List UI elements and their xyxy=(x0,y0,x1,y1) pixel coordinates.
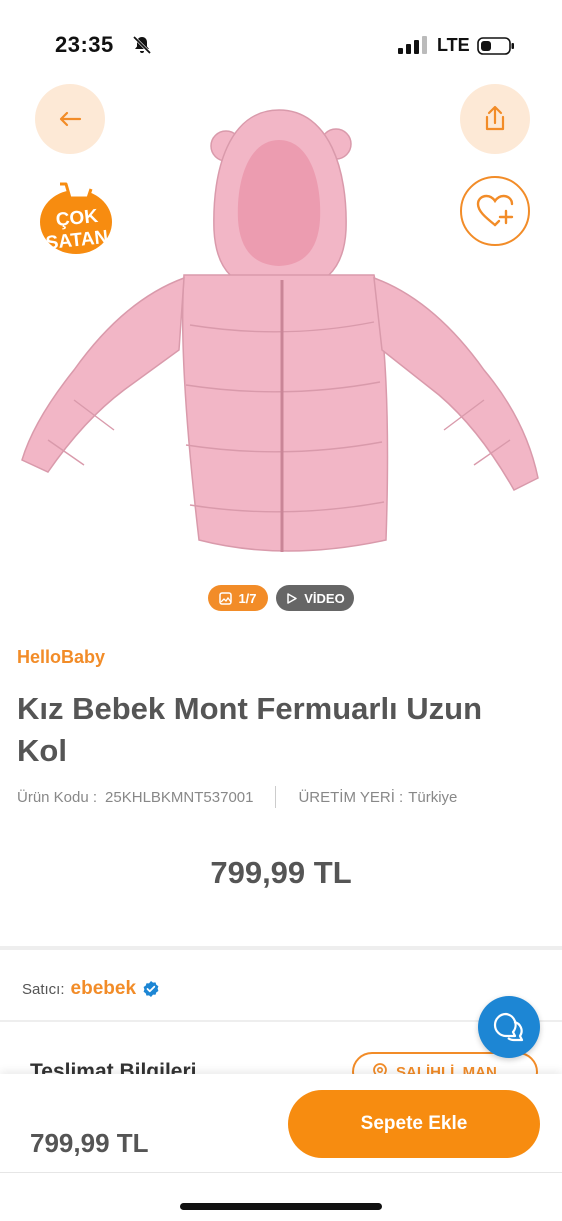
play-icon xyxy=(287,592,298,604)
section-divider xyxy=(0,946,562,950)
home-indicator[interactable] xyxy=(180,1203,382,1210)
product-price: 799,99 TL xyxy=(210,855,352,890)
product-image[interactable] xyxy=(14,100,544,570)
add-to-cart-button[interactable]: Sepete Ekle xyxy=(288,1090,540,1158)
video-button[interactable]: VİDEO xyxy=(276,585,354,611)
back-button[interactable] xyxy=(35,84,105,154)
seller-name[interactable]: ebebek xyxy=(71,978,136,1000)
add-to-favorites-button[interactable] xyxy=(460,176,530,246)
favorite-add-icon xyxy=(476,194,514,227)
battery-icon xyxy=(477,37,514,55)
product-title: Kız Bebek Mont Fermuarlı Uzun Kol xyxy=(17,691,483,768)
bottom-divider xyxy=(0,1172,562,1173)
back-arrow-icon xyxy=(59,111,82,127)
status-time: 23:35 xyxy=(55,32,114,57)
seller-row[interactable]: Satıcı: ebebek xyxy=(22,978,160,1000)
bell-off-icon xyxy=(132,35,152,55)
product-meta: Ürün Kodu : 25KHLBKMNT537001 ÜRETİM YERİ… xyxy=(17,786,457,808)
share-icon xyxy=(485,105,505,131)
meta-divider xyxy=(275,786,277,808)
bestseller-badge: ÇOK SATAN xyxy=(38,178,122,262)
video-label: VİDEO xyxy=(304,590,345,606)
bottom-price: 799,99 TL xyxy=(30,1128,149,1158)
gallery-counter-text: 1/7 xyxy=(238,590,257,606)
verified-icon xyxy=(143,981,159,997)
share-button[interactable] xyxy=(460,84,530,154)
origin-value: Türkiye xyxy=(408,788,458,806)
product-code-label: Ürün Kodu : xyxy=(17,788,98,806)
product-code-value: 25KHLBKMNT537001 xyxy=(105,788,254,806)
image-icon xyxy=(219,591,233,605)
gallery-counter[interactable]: 1/7 xyxy=(208,585,268,611)
seller-label: Satıcı: xyxy=(22,980,65,998)
network-label: LTE xyxy=(437,35,470,55)
chat-button[interactable] xyxy=(478,996,540,1058)
chat-icon xyxy=(493,1012,524,1042)
signal-icon xyxy=(398,36,427,54)
origin-label: ÜRETİM YERİ : xyxy=(298,788,404,806)
brand-link[interactable]: HelloBaby xyxy=(17,647,105,668)
